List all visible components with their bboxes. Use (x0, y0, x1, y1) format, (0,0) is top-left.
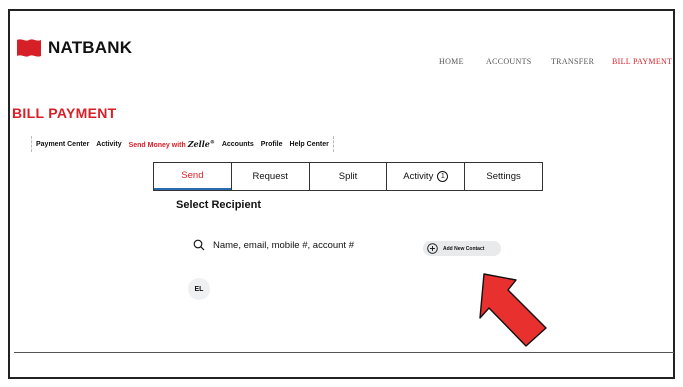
tab-split[interactable]: Split (308, 163, 387, 190)
plus-circle-icon (427, 243, 438, 254)
page-title: BILL PAYMENT (12, 105, 117, 121)
recipient-search-input[interactable] (213, 239, 373, 251)
send-money-label: Send Money with (128, 142, 188, 149)
subnav-profile[interactable]: Profile (261, 141, 283, 148)
tab-request[interactable]: Request (230, 163, 309, 190)
subnav-activity[interactable]: Activity (96, 141, 121, 148)
tab-send[interactable]: Send (154, 163, 231, 190)
add-new-contact-button[interactable]: Add New Contact (423, 241, 501, 256)
nav-transfer[interactable]: TRANSFER (551, 57, 594, 66)
subnav-payment-center[interactable]: Payment Center (36, 141, 89, 148)
tab-settings[interactable]: Settings (464, 163, 542, 190)
bill-payment-subnav: Payment Center Activity Send Money with … (31, 136, 334, 152)
tab-settings-label: Settings (486, 171, 521, 182)
subnav-help-center[interactable]: Help Center (290, 141, 329, 148)
recipient-search[interactable] (193, 239, 373, 251)
bottom-divider (14, 352, 674, 353)
subnav-accounts[interactable]: Accounts (222, 141, 254, 148)
nav-home[interactable]: HOME (439, 57, 464, 66)
tab-split-label: Split (338, 171, 358, 182)
subnav-send-money-zelle[interactable]: Send Money with Zelle® (129, 139, 215, 149)
brand-logo[interactable]: NATBANK (16, 38, 132, 58)
select-recipient-heading: Select Recipient (176, 199, 261, 211)
red-arrow-pointer-icon (479, 273, 547, 347)
zelle-tabs: Send Request Split Activity 1 Settings (153, 162, 543, 191)
brand-name: NATBANK (48, 38, 133, 57)
nav-bill-payment[interactable]: BILL PAYMENT (612, 57, 672, 66)
search-icon (193, 239, 205, 251)
nav-accounts[interactable]: ACCOUNTS (486, 57, 532, 66)
tab-send-label: Send (181, 170, 204, 181)
tab-request-label: Request (252, 171, 288, 182)
add-new-contact-label: Add New Contact (443, 245, 485, 252)
tab-activity[interactable]: Activity 1 (386, 163, 464, 190)
activity-count-badge: 1 (437, 171, 449, 182)
zelle-logo: Zelle® (187, 139, 215, 149)
top-navigation: HOME ACCOUNTS TRANSFER BILL PAYMENT (0, 57, 683, 71)
natbank-flag-icon (17, 39, 41, 57)
tab-activity-label: Activity (403, 171, 434, 182)
recent-contact-avatar[interactable]: EL (188, 278, 210, 300)
